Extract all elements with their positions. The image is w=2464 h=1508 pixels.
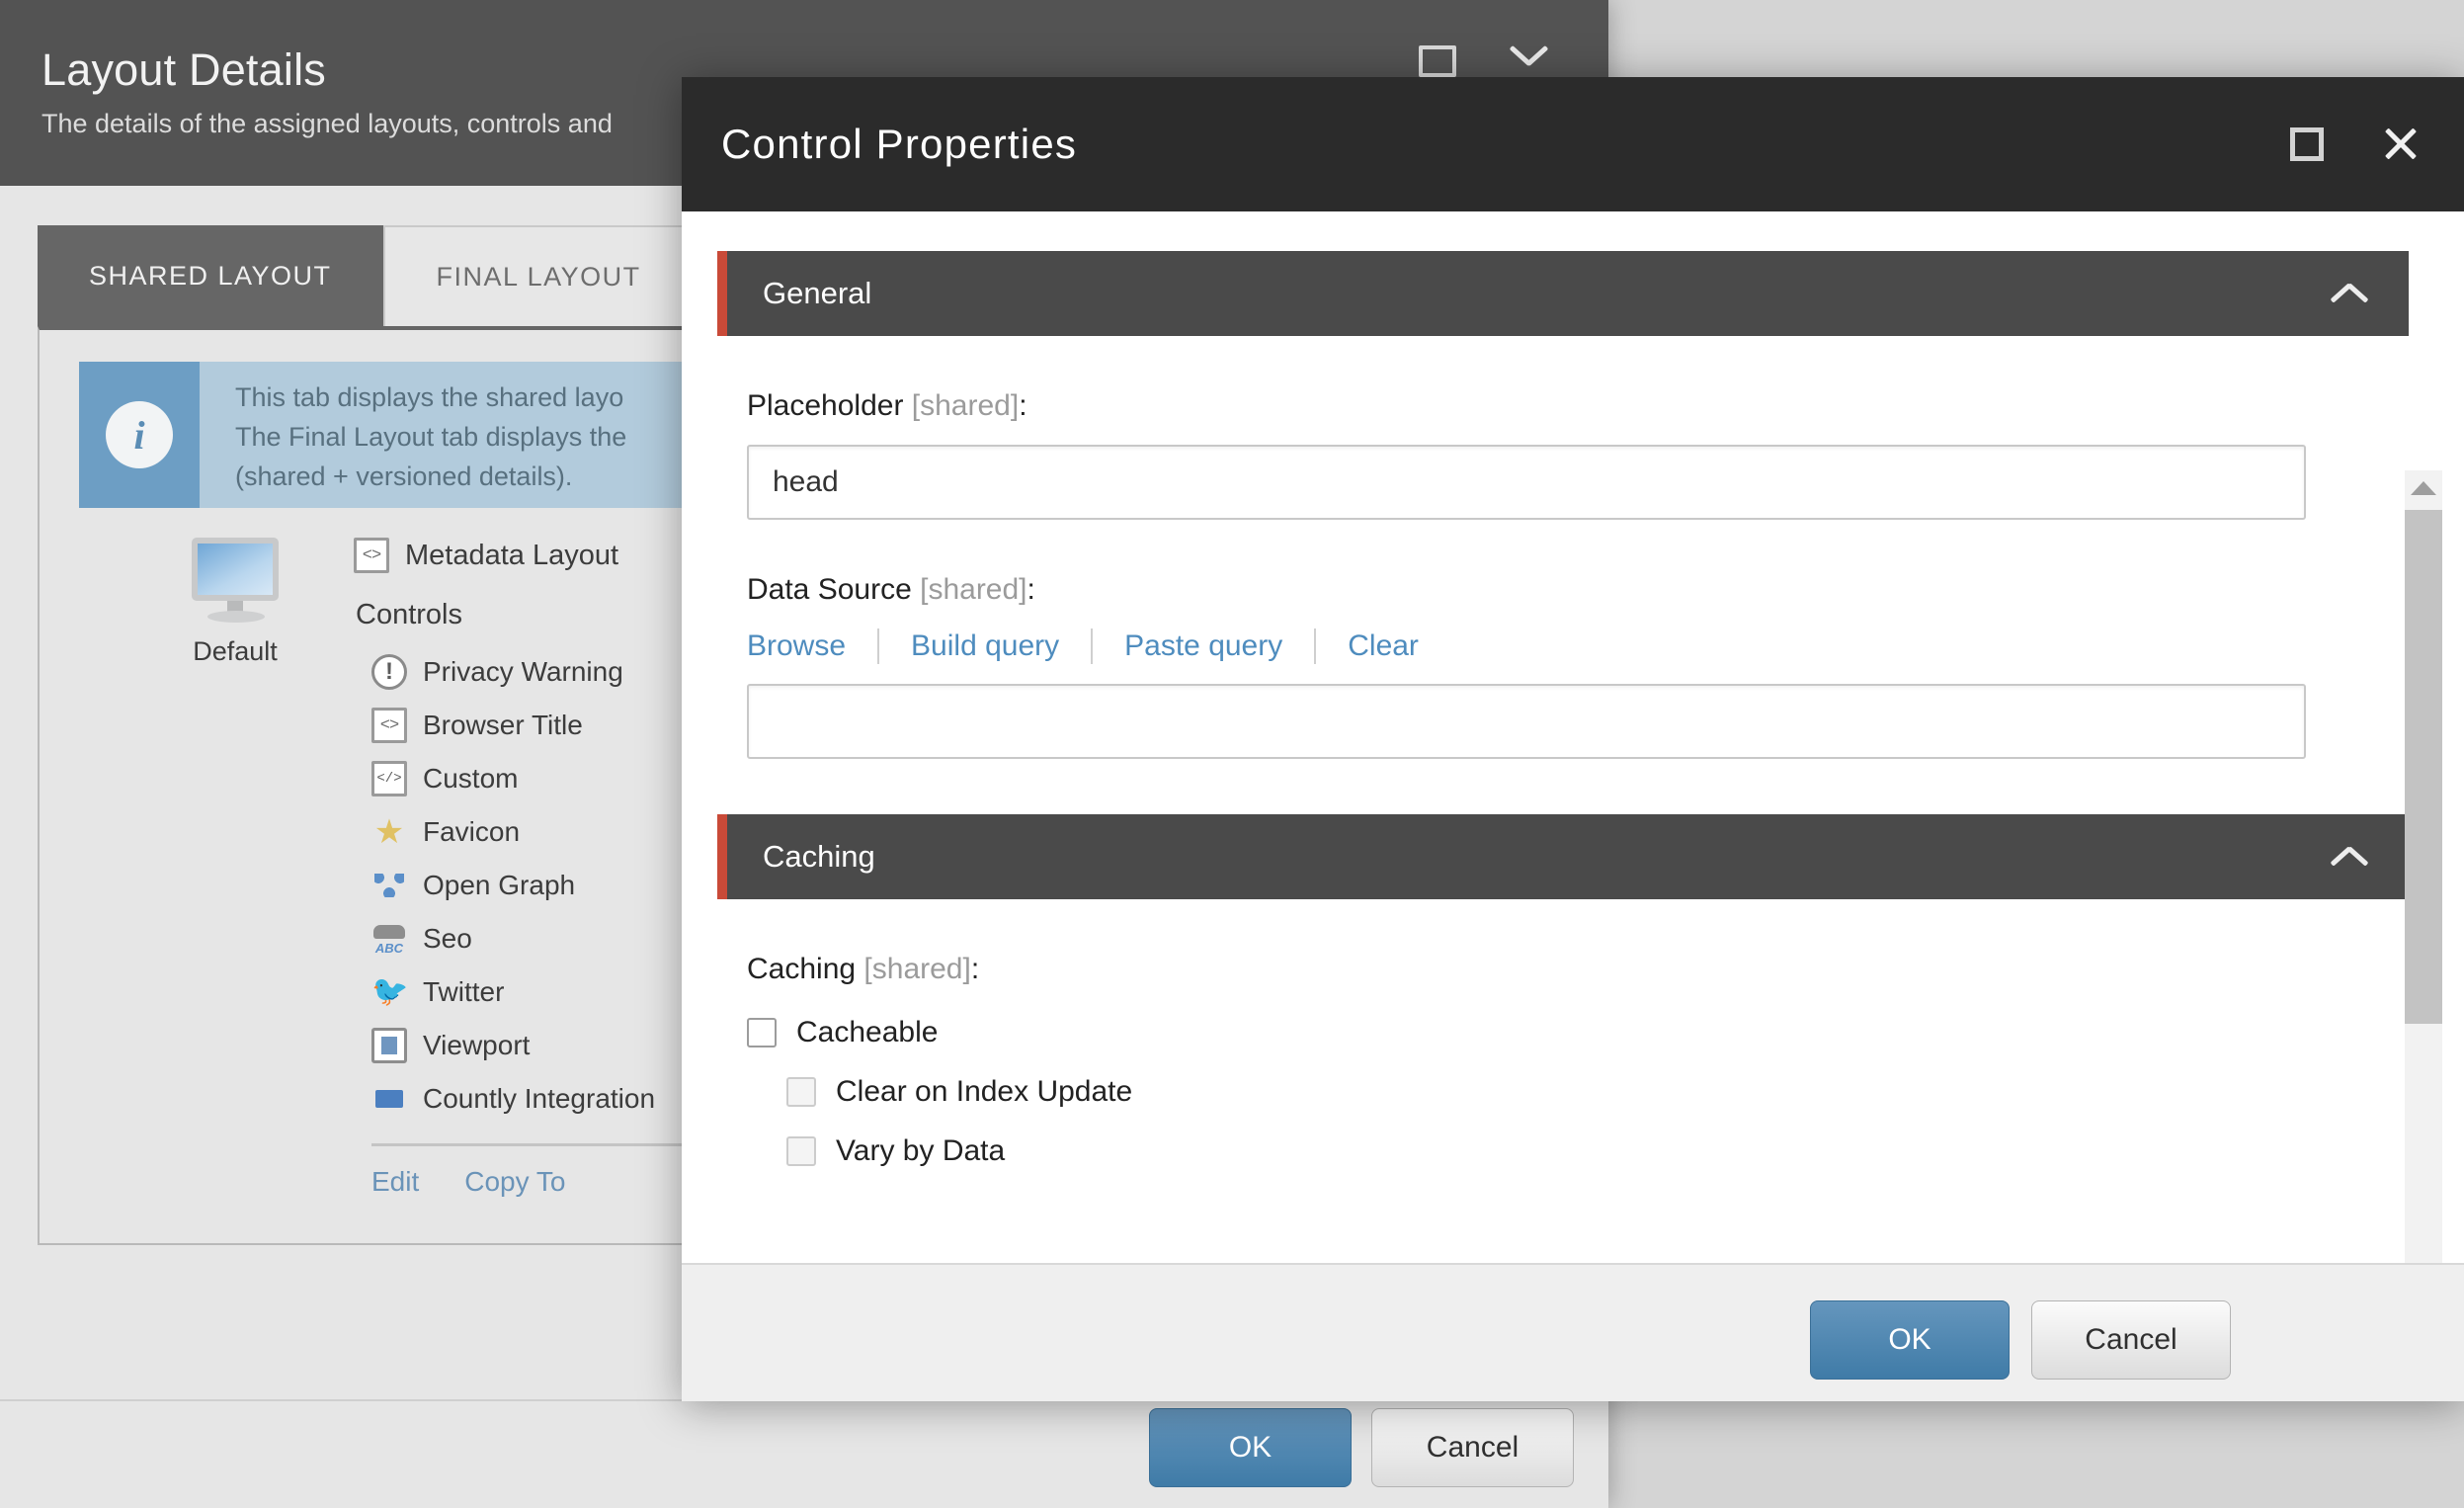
data-source-actions: Browse Build query Paste query Clear [747, 628, 2409, 664]
checkbox-row-cacheable[interactable]: Cacheable [747, 1016, 2409, 1049]
data-source-label-suffix: : [1027, 573, 1035, 606]
checkbox-row-vary-by-data[interactable]: Vary by Data [786, 1134, 2409, 1168]
placeholder-label-text: Placeholder [747, 389, 904, 422]
code-file-icon [354, 538, 389, 573]
tab-shared-layout[interactable]: SHARED LAYOUT [38, 225, 383, 326]
data-source-input[interactable] [747, 684, 2306, 759]
info-line-2: The Final Layout tab displays the [235, 422, 627, 452]
divider [1314, 628, 1317, 664]
layout-thumbnail: Default [146, 538, 324, 667]
chevron-down-icon[interactable] [1510, 42, 1549, 81]
dialog-window-buttons [2290, 77, 2421, 211]
layout-details-cancel-button[interactable]: Cancel [1371, 1408, 1574, 1487]
caching-field-label: Caching [shared]: [747, 953, 2409, 986]
chevron-up-icon[interactable] [2330, 844, 2369, 870]
layout-details-footer [0, 1399, 1608, 1508]
code-file-icon [371, 708, 407, 743]
page-title: Layout Details [41, 44, 326, 95]
placeholder-shared-tag: [shared] [911, 389, 1020, 422]
checkbox-row-clear-on-index-update[interactable]: Clear on Index Update [786, 1075, 2409, 1109]
data-source-shared-tag: [shared] [920, 573, 1027, 606]
control-label: Privacy Warning [423, 656, 623, 687]
close-icon[interactable] [2381, 125, 2421, 164]
dialog-titlebar: Control Properties [682, 77, 2464, 211]
dialog-title: Control Properties [721, 121, 1078, 167]
metadata-layout-label: Metadata Layout [405, 539, 619, 571]
paste-query-link[interactable]: Paste query [1124, 629, 1282, 663]
clear-link[interactable]: Clear [1348, 629, 1419, 663]
layout-details-ok-button[interactable]: OK [1149, 1408, 1352, 1487]
info-banner-icon-box: i [79, 362, 200, 508]
countly-icon [371, 1081, 407, 1117]
placeholder-label-suffix: : [1019, 389, 1027, 422]
checkbox-label: Vary by Data [836, 1134, 1006, 1167]
scrollbar-thumb[interactable] [2405, 510, 2442, 1024]
cacheable-checkbox[interactable] [747, 1018, 777, 1047]
layout-details-window-buttons [1419, 42, 1549, 81]
control-label: Favicon [423, 816, 521, 847]
section-title-general: General [763, 276, 872, 310]
vary-by-data-checkbox[interactable] [786, 1136, 816, 1166]
control-label: Open Graph [423, 870, 576, 900]
control-properties-dialog: Control Properties General Placeholder [… [682, 77, 2464, 1401]
control-label: Seo [423, 923, 472, 954]
viewport-icon [371, 1028, 407, 1063]
star-icon [371, 814, 407, 850]
dialog-footer: OK Cancel [682, 1263, 2464, 1401]
divider [877, 628, 880, 664]
caching-shared-tag: [shared] [863, 953, 971, 985]
checkbox-label: Clear on Index Update [836, 1075, 1133, 1108]
section-title-caching: Caching [763, 839, 875, 874]
data-source-label-text: Data Source [747, 573, 912, 606]
placeholder-input[interactable] [747, 445, 2306, 520]
open-graph-icon [371, 868, 407, 903]
chevron-up-icon[interactable] [2330, 281, 2369, 306]
dialog-scrollbar[interactable] [2405, 470, 2442, 1350]
dialog-cancel-button[interactable]: Cancel [2031, 1300, 2231, 1380]
caching-fields: Caching [shared]: Cacheable Clear on Ind… [682, 953, 2464, 1168]
checkbox-label: Cacheable [796, 1016, 939, 1048]
general-fields: Placeholder [shared]: Data Source [share… [682, 389, 2464, 759]
seo-icon [371, 921, 407, 957]
dialog-body: General Placeholder [shared]: Data Sourc… [682, 211, 2464, 1350]
maximize-icon[interactable] [1419, 45, 1456, 77]
copy-to-link[interactable]: Copy To [464, 1166, 565, 1198]
control-label: Custom [423, 763, 519, 794]
tab-shared-layout-label: SHARED LAYOUT [89, 260, 332, 291]
caching-label-text: Caching [747, 953, 857, 985]
browse-link[interactable]: Browse [747, 629, 846, 663]
warning-icon [371, 654, 407, 690]
clear-on-index-update-checkbox[interactable] [786, 1077, 816, 1107]
control-label: Twitter [423, 976, 505, 1007]
build-query-link[interactable]: Build query [911, 629, 1059, 663]
control-label: Browser Title [423, 710, 583, 740]
screen-root: Layout Details The details of the assign… [0, 0, 2464, 1508]
dialog-scroll-area: General Placeholder [shared]: Data Sourc… [682, 211, 2464, 1350]
monitor-icon [188, 538, 283, 623]
caching-label-suffix: : [970, 953, 980, 985]
tab-final-layout[interactable]: FINAL LAYOUT [382, 225, 695, 326]
section-header-general[interactable]: General [717, 251, 2409, 336]
tab-final-layout-label: FINAL LAYOUT [436, 261, 641, 292]
layout-tabs: SHARED LAYOUT FINAL LAYOUT [38, 225, 695, 326]
edit-link[interactable]: Edit [371, 1166, 419, 1198]
placeholder-field-label: Placeholder [shared]: [747, 389, 2409, 423]
info-line-3: (shared + versioned details). [235, 461, 573, 491]
info-icon: i [106, 401, 173, 468]
info-line-1: This tab displays the shared layo [235, 382, 624, 412]
control-label: Countly Integration [423, 1083, 656, 1114]
maximize-icon[interactable] [2290, 127, 2324, 161]
info-banner-text: This tab displays the shared layo The Fi… [200, 362, 626, 508]
custom-code-icon [371, 761, 407, 796]
twitter-bird-icon [371, 974, 407, 1010]
section-header-caching[interactable]: Caching [717, 814, 2409, 899]
scroll-up-arrow-icon[interactable] [2405, 470, 2442, 506]
page-subtitle: The details of the assigned layouts, con… [41, 109, 613, 138]
control-label: Viewport [423, 1030, 531, 1060]
dialog-ok-button[interactable]: OK [1810, 1300, 2010, 1380]
divider [1091, 628, 1094, 664]
data-source-field-label: Data Source [shared]: [747, 573, 2409, 607]
layout-thumbnail-label: Default [193, 636, 278, 666]
